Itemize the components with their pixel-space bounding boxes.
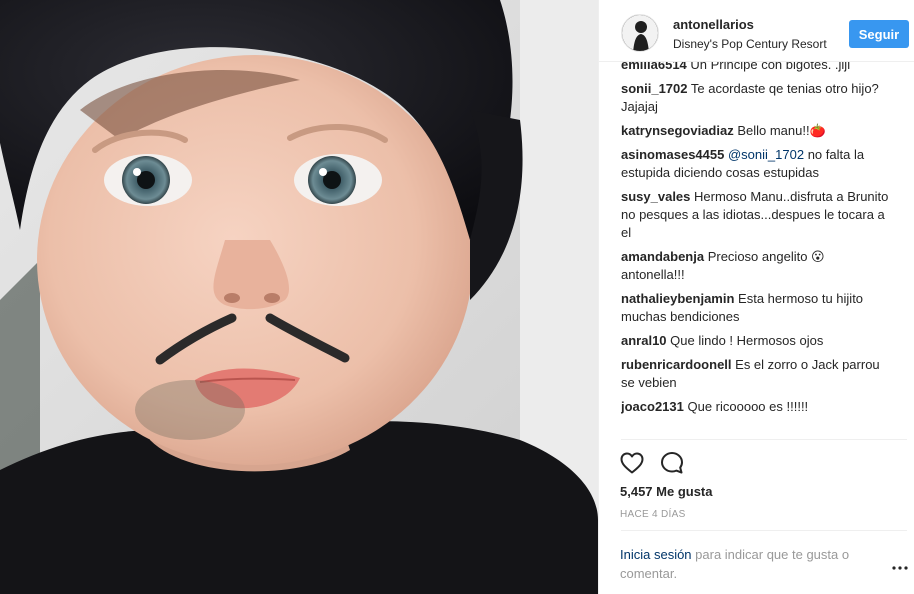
comment-username[interactable]: nathalieybenjamin — [621, 291, 734, 306]
comment-item: asinomases4455 @sonii_1702 no falta la e… — [621, 146, 891, 182]
comment-bubble-icon[interactable] — [659, 450, 685, 476]
post-actions — [619, 450, 685, 476]
comment-text: Que ricooooo es !!!!!! — [683, 399, 809, 414]
avatar-image — [622, 15, 658, 51]
comment-item: sonii_1702 Te acordaste qe tenias otro h… — [621, 80, 891, 116]
post-side-panel: antonellarios Disney's Pop Century Resor… — [598, 0, 914, 594]
comment-username[interactable]: katrynsegoviadiaz — [621, 123, 734, 138]
comment-username[interactable]: sonii_1702 — [621, 81, 688, 96]
login-prompt: Inicia sesión para indicar que te gusta … — [620, 545, 876, 583]
comment-item: nathalieybenjamin Esta hermoso tu hijito… — [621, 290, 891, 326]
comment-text: Que lindo ! Hermosos ojos — [666, 333, 824, 348]
post-header: antonellarios Disney's Pop Century Resor… — [599, 0, 914, 62]
heart-icon[interactable] — [619, 450, 645, 476]
comment-item: amandabenja Precioso angelito 😮 antonell… — [621, 248, 891, 284]
comment-item: emilia6514 Un Principe con bigotes. .jij… — [621, 62, 891, 74]
comment-item: joaco2131 Que ricooooo es !!!!!! — [621, 398, 891, 416]
post-photo[interactable] — [0, 0, 598, 594]
post-timestamp[interactable]: HACE 4 DÍAS — [620, 509, 686, 520]
comment-username[interactable]: rubenricardoonell — [621, 357, 732, 372]
comment-username[interactable]: joaco2131 — [621, 399, 684, 414]
divider — [621, 439, 907, 440]
comment-username[interactable]: anral10 — [621, 333, 667, 348]
follow-button[interactable]: Seguir — [849, 20, 909, 48]
post-location[interactable]: Disney's Pop Century Resort — [673, 37, 827, 51]
comment-mention[interactable]: @sonii_1702 — [728, 147, 804, 162]
likes-count[interactable]: 5,457 Me gusta — [620, 484, 713, 499]
comment-item: susy_vales Hermoso Manu..disfruta a Brun… — [621, 188, 891, 242]
child-portrait-image — [0, 0, 598, 594]
divider — [621, 530, 907, 531]
comment-username[interactable]: emilia6514 — [621, 62, 687, 72]
comment-text: Bello manu!!🍅 — [733, 123, 826, 138]
comment-username[interactable]: amandabenja — [621, 249, 704, 264]
more-options-icon[interactable] — [888, 558, 912, 578]
comments-list[interactable]: emilia6514 Un Principe con bigotes. .jij… — [621, 62, 907, 438]
comment-text: Un Principe con bigotes. .jiji — [686, 62, 851, 72]
comment-item: anral10 Que lindo ! Hermosos ojos — [621, 332, 891, 350]
comment-item: rubenricardoonell Es el zorro o Jack par… — [621, 356, 891, 392]
comment-username[interactable]: asinomases4455 — [621, 147, 724, 162]
instagram-post: antonellarios Disney's Pop Century Resor… — [0, 0, 914, 594]
login-link[interactable]: Inicia sesión — [620, 547, 692, 562]
post-author-username[interactable]: antonellarios — [673, 17, 754, 32]
comment-item: katrynsegoviadiaz Bello manu!!🍅 — [621, 122, 891, 140]
avatar[interactable] — [621, 14, 659, 52]
comment-username[interactable]: susy_vales — [621, 189, 690, 204]
